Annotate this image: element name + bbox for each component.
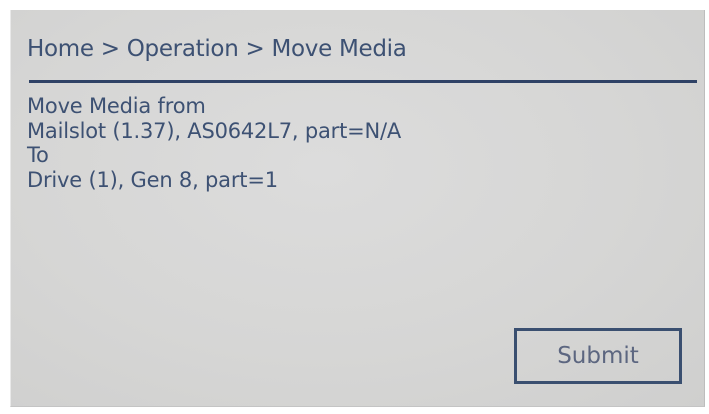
header-divider [29, 80, 697, 83]
source-heading: Move Media from [27, 94, 206, 118]
device-bezel: Home > Operation > Move Media Move Media… [0, 0, 709, 414]
destination-heading: To [27, 143, 49, 167]
destination-location: Drive (1), Gen 8, part=1 [27, 167, 278, 192]
move-media-details: Move Media from Mailslot (1.37), AS0642L… [27, 94, 401, 192]
submit-button[interactable]: Submit [514, 328, 682, 384]
lcd-screen: Home > Operation > Move Media Move Media… [10, 10, 705, 407]
source-location: Mailslot (1.37), AS0642L7, part=N/A [27, 118, 402, 143]
breadcrumb: Home > Operation > Move Media [27, 36, 407, 62]
